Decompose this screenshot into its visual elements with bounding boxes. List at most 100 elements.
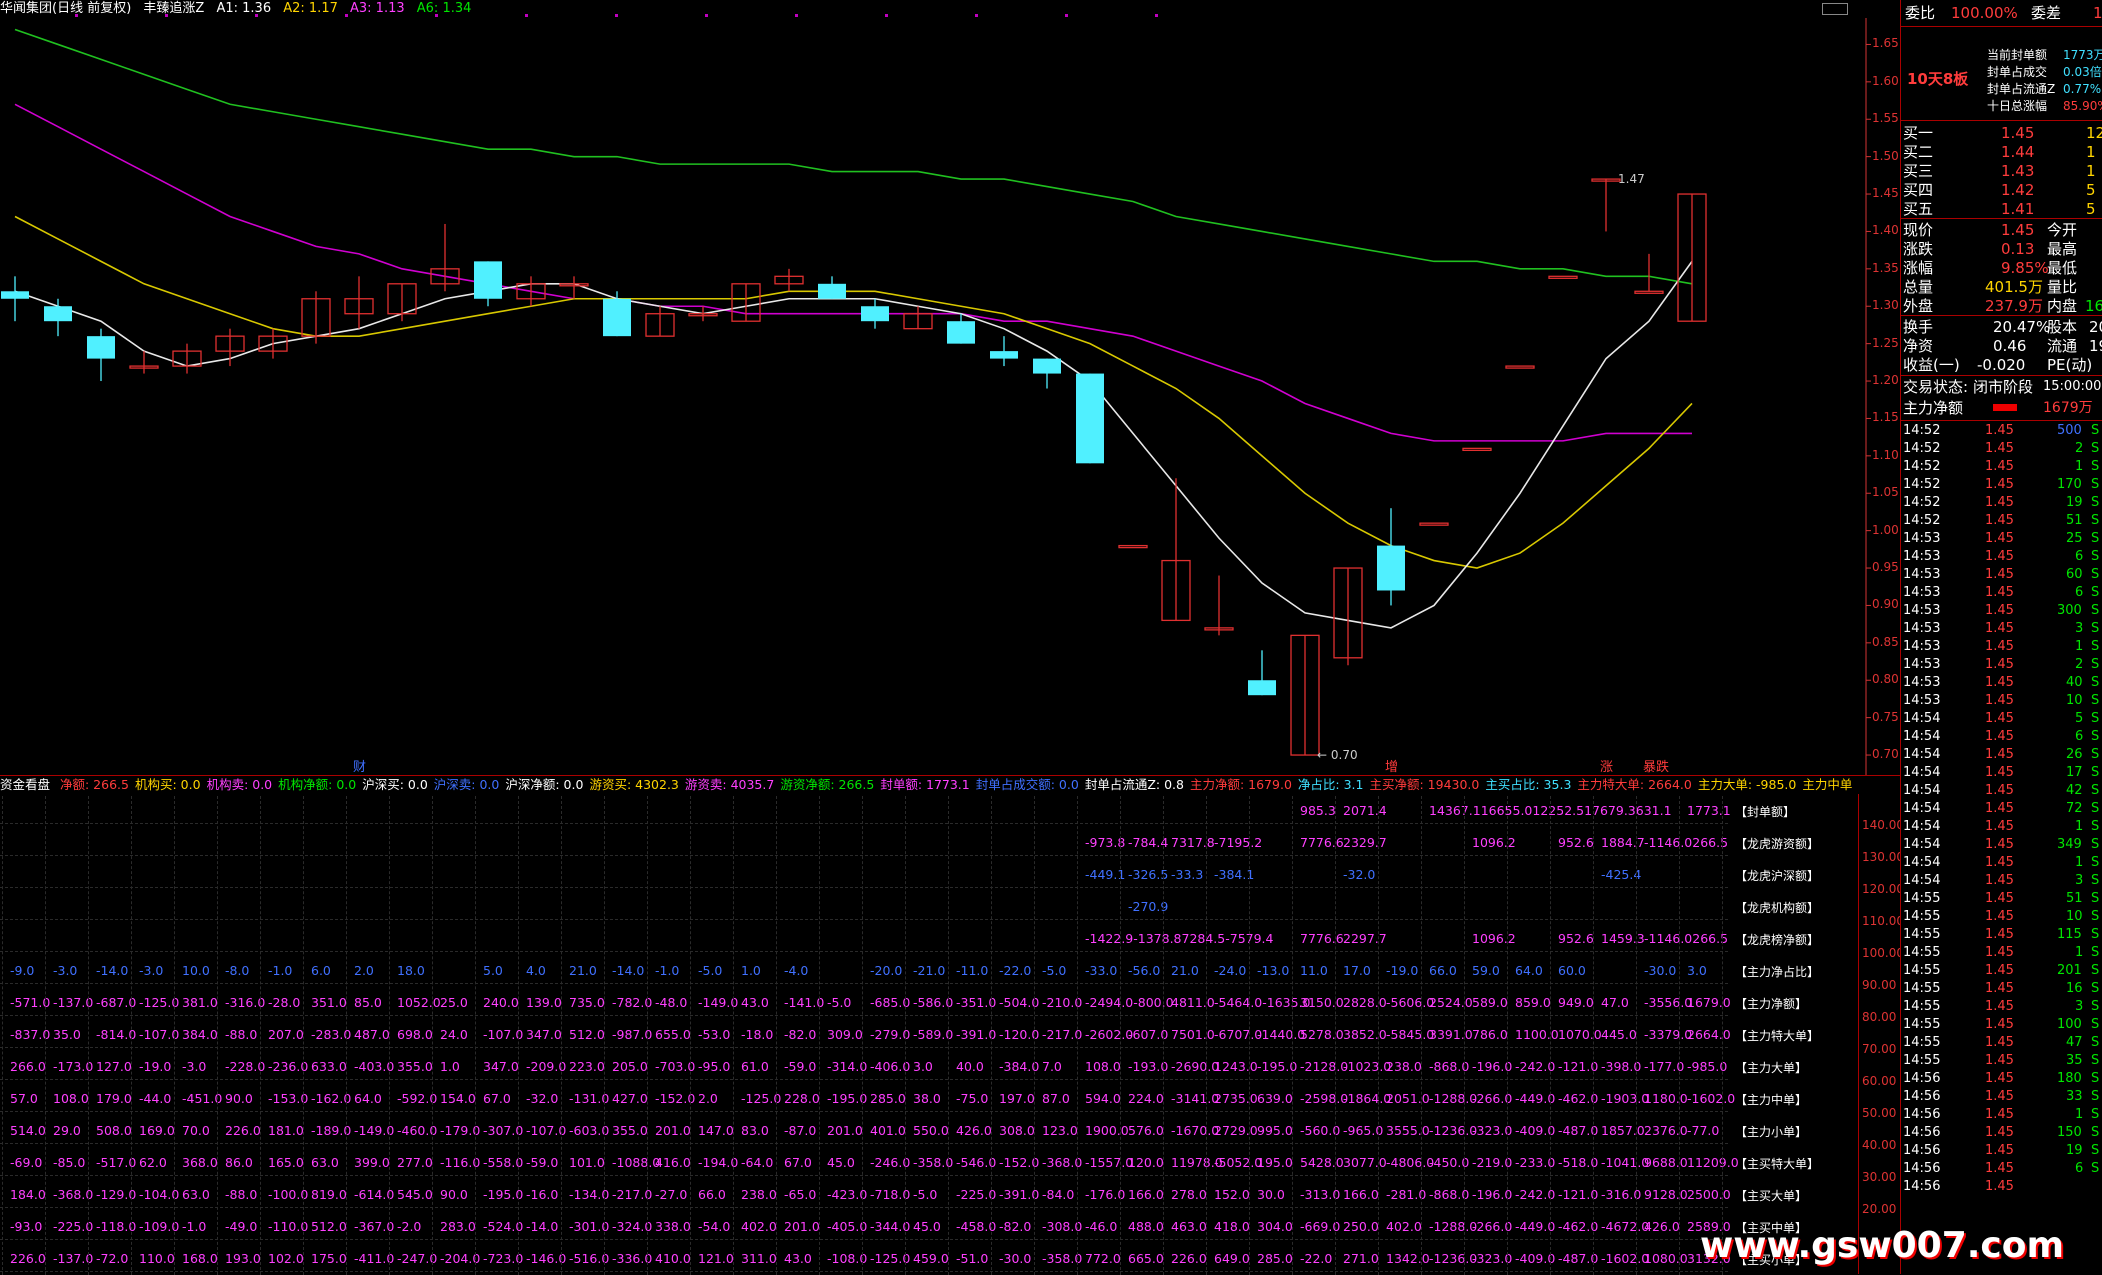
fund-cell: 3.0 bbox=[913, 1059, 933, 1074]
fund-cell: 127.0 bbox=[96, 1059, 132, 1074]
tick-time: 14:56 bbox=[1903, 1179, 1941, 1194]
candle-body bbox=[1118, 544, 1148, 549]
indicator-name[interactable]: 丰臻追涨Z bbox=[143, 1, 204, 16]
fund-cell: 197.0 bbox=[999, 1091, 1035, 1106]
price-tick-label: 1.40 bbox=[1872, 223, 1899, 238]
kline-chart[interactable]: 1.47 ← 0.70 财 增 涨 暴跌 华闻集团(日线 前复权) 丰臻追涨Z A1: 1… bbox=[0, 0, 1900, 775]
tick-row: 14:54 1.45 6 S bbox=[1901, 728, 2102, 746]
tick-row: 14:56 1.45 150 S bbox=[1901, 1124, 2102, 1142]
tick-volume: 2 bbox=[2075, 657, 2084, 672]
fund-cell: 347.0 bbox=[526, 1027, 562, 1042]
tick-volume: 25 bbox=[2066, 531, 2083, 546]
tick-volume: 150 bbox=[2057, 1125, 2082, 1140]
fund-cell: 43.0 bbox=[741, 995, 769, 1010]
fund-cell: 772.0 bbox=[1085, 1251, 1121, 1266]
grid-col bbox=[518, 796, 519, 1275]
fund-scale-label: 40.00 bbox=[1862, 1138, 1897, 1152]
fund-cell: 1900.0 bbox=[1085, 1123, 1129, 1138]
price-tick-label: 1.15 bbox=[1872, 410, 1899, 425]
stat-label-2: 股本 bbox=[2047, 318, 2078, 336]
fund-cell: 402.0 bbox=[741, 1219, 777, 1234]
fund-cell: -3141.0 bbox=[1171, 1091, 1220, 1106]
fund-panel-title[interactable]: 资金看盘 bbox=[0, 777, 50, 792]
bid-price: 1.42 bbox=[2001, 181, 2035, 199]
grid-col bbox=[45, 796, 46, 1275]
fund-cell: 1096.2 bbox=[1472, 835, 1516, 850]
fund-cell: 508.0 bbox=[96, 1123, 132, 1138]
tick-row: 14:55 1.45 10 S bbox=[1901, 908, 2102, 926]
fund-cell: 512.0 bbox=[569, 1027, 605, 1042]
fund-scale-label: 70.00 bbox=[1862, 1042, 1897, 1056]
fund-cell: 655.0 bbox=[655, 1027, 691, 1042]
fund-cell: 30.0 bbox=[1257, 1187, 1285, 1202]
fund-header-item: 沪深净额: 0.0 bbox=[505, 777, 584, 792]
tick-volume: 1 bbox=[2075, 639, 2084, 654]
tick-time: 14:52 bbox=[1903, 477, 1941, 492]
price-tick-label: 0.70 bbox=[1872, 747, 1899, 762]
fund-cell: -88.0 bbox=[225, 1027, 258, 1042]
grid-col bbox=[1120, 796, 1121, 1275]
tick-row: 14:55 1.45 1 S bbox=[1901, 944, 2102, 962]
tick-price: 1.45 bbox=[1985, 927, 2014, 942]
fund-cell: -93.0 bbox=[10, 1219, 43, 1234]
fund-cell: 271.0 bbox=[1343, 1251, 1379, 1266]
indicator-a3: A3: 1.13 bbox=[350, 1, 405, 16]
fund-cell: -72.0 bbox=[96, 1251, 129, 1266]
fund-cell: 351.0 bbox=[311, 995, 347, 1010]
tick-time: 14:55 bbox=[1903, 891, 1941, 906]
tick-time: 14:52 bbox=[1903, 459, 1941, 474]
candle-body bbox=[603, 298, 631, 337]
fund-cell: 165.0 bbox=[268, 1155, 304, 1170]
tick-price: 1.45 bbox=[1985, 513, 2014, 528]
fund-cell: -22.0 bbox=[1300, 1251, 1333, 1266]
fund-cell: 120.0 bbox=[1128, 1155, 1164, 1170]
tick-volume: 100 bbox=[2057, 1017, 2082, 1032]
tick-price: 1.45 bbox=[1985, 1179, 2014, 1194]
fund-cell: -22.0 bbox=[999, 963, 1032, 978]
kline-svg[interactable]: 1.47 ← 0.70 财 增 涨 暴跌 bbox=[0, 0, 1900, 775]
tick-volume: 500 bbox=[2057, 423, 2082, 438]
fund-cell: 633.0 bbox=[311, 1059, 347, 1074]
fund-row-label: 【龙虎机构额】 bbox=[1735, 901, 1820, 915]
fund-cell: 29.0 bbox=[53, 1123, 81, 1138]
tick-side: S bbox=[2091, 945, 2100, 960]
fund-scale-label: 80.00 bbox=[1862, 1010, 1897, 1024]
fund-cell: -1864.0 bbox=[1343, 1091, 1392, 1106]
tick-volume: 115 bbox=[2057, 927, 2082, 942]
fund-cell: 355.0 bbox=[612, 1123, 648, 1138]
fund-cell: -24.0 bbox=[1214, 963, 1247, 978]
grid-col bbox=[905, 796, 906, 1275]
fund-cell: -1288.0 bbox=[1429, 1219, 1478, 1234]
fund-row-label: 【主力净占比】 bbox=[1735, 965, 1820, 979]
main-net-value: 1679万 bbox=[2043, 400, 2093, 416]
window-controls-icon[interactable] bbox=[1822, 3, 1848, 15]
fund-cell: -14.0 bbox=[96, 963, 129, 978]
fund-cell: 368.0 bbox=[182, 1155, 218, 1170]
fund-cell: 87.0 bbox=[1042, 1091, 1070, 1106]
grid-col bbox=[260, 796, 261, 1275]
fund-cell: 2500.0 bbox=[1687, 1187, 1731, 1202]
tick-row: 14:53 1.45 6 S bbox=[1901, 584, 2102, 602]
fund-cell: 1342.0 bbox=[1386, 1251, 1430, 1266]
top-marker bbox=[705, 14, 708, 17]
fund-cell: 166.0 bbox=[1128, 1187, 1164, 1202]
tick-time: 14:54 bbox=[1903, 855, 1941, 870]
tick-row: 14:55 1.45 3 S bbox=[1901, 998, 2102, 1016]
tick-row: 14:54 1.45 349 S bbox=[1901, 836, 2102, 854]
fund-header-item: 主力大单: -985.0 bbox=[1697, 777, 1797, 792]
tick-row: 14:56 1.45 33 S bbox=[1901, 1088, 2102, 1106]
tick-time: 14:53 bbox=[1903, 585, 1941, 600]
grid-col bbox=[991, 796, 992, 1275]
top-marker bbox=[525, 14, 528, 17]
tick-volume: 33 bbox=[2066, 1089, 2083, 1104]
tick-time: 14:56 bbox=[1903, 1107, 1941, 1122]
quote-label: 外盘 bbox=[1903, 297, 1934, 315]
tick-volume: 51 bbox=[2066, 513, 2083, 528]
tick-price: 1.45 bbox=[1985, 657, 2014, 672]
fund-cell: -1602.0 bbox=[1687, 1091, 1736, 1106]
fund-cell: 43.0 bbox=[784, 1251, 812, 1266]
fund-cell: 7776.6 bbox=[1300, 931, 1344, 946]
quote-label-2: 最低 bbox=[2047, 259, 2078, 277]
tick-time: 14:53 bbox=[1903, 657, 1941, 672]
tick-side: S bbox=[2091, 819, 2100, 834]
